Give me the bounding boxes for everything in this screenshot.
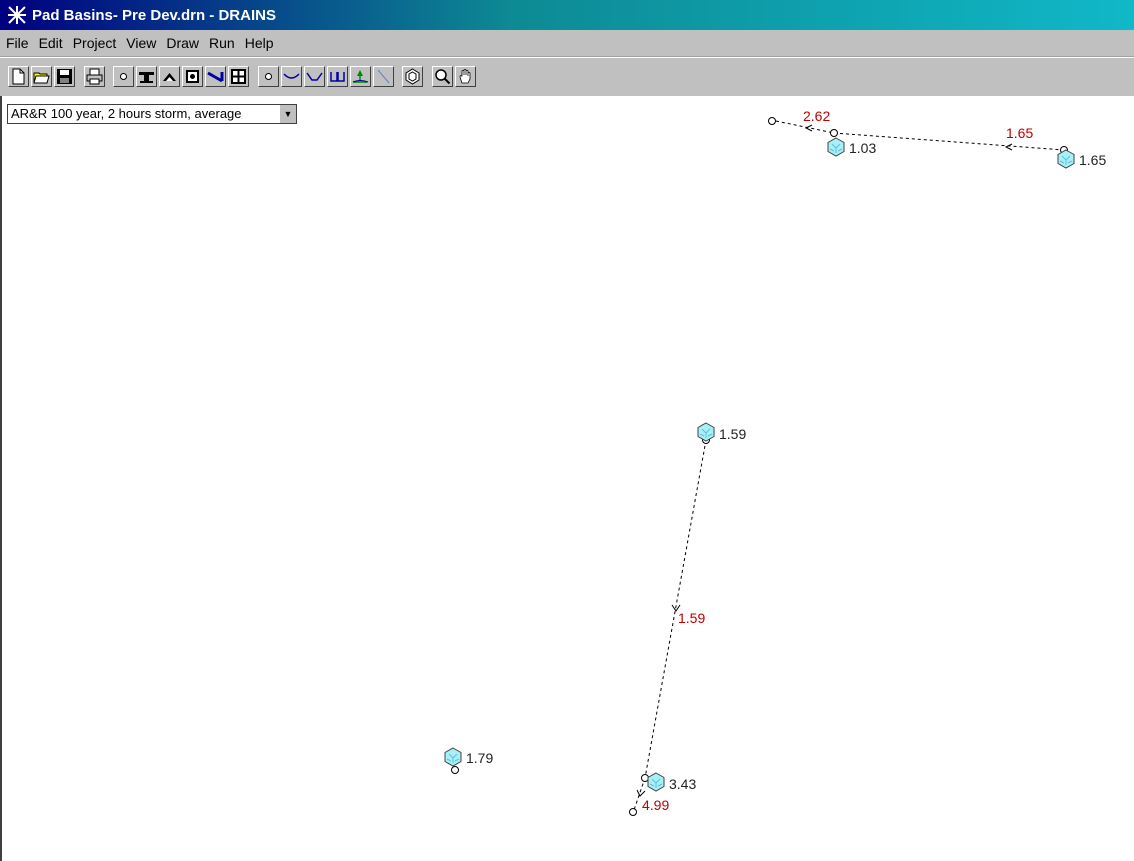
catchment-icon[interactable] [444, 747, 462, 767]
catchment-flow-label: 1.59 [719, 426, 746, 442]
link-flow-label: 2.62 [803, 108, 830, 124]
catchment-icon[interactable] [647, 772, 665, 792]
link-line[interactable] [644, 439, 707, 779]
catchment-icon[interactable] [697, 422, 715, 442]
node-marker[interactable] [629, 808, 637, 816]
flow-arrow-icon [1004, 143, 1013, 151]
flow-arrow-icon [804, 124, 813, 132]
node-marker[interactable] [451, 766, 459, 774]
link-flow-label: 4.99 [642, 797, 669, 813]
link-flow-label: 1.65 [1006, 125, 1033, 141]
node-marker[interactable] [830, 129, 838, 137]
catchment-flow-label: 3.43 [669, 776, 696, 792]
catchment-flow-label: 1.79 [466, 750, 493, 766]
drainage-network: 1.03 1.65 1.59 1.79 3.43 2.62 1.65 1.59 … [444, 108, 1106, 816]
node-marker[interactable] [641, 774, 649, 782]
catchment-icon[interactable] [1057, 149, 1075, 169]
node-marker[interactable] [768, 117, 776, 125]
link-flow-label: 1.59 [678, 610, 705, 626]
catchment-flow-label: 1.03 [849, 140, 876, 156]
catchment-icon[interactable] [827, 137, 845, 157]
catchment-flow-label: 1.65 [1079, 152, 1106, 168]
